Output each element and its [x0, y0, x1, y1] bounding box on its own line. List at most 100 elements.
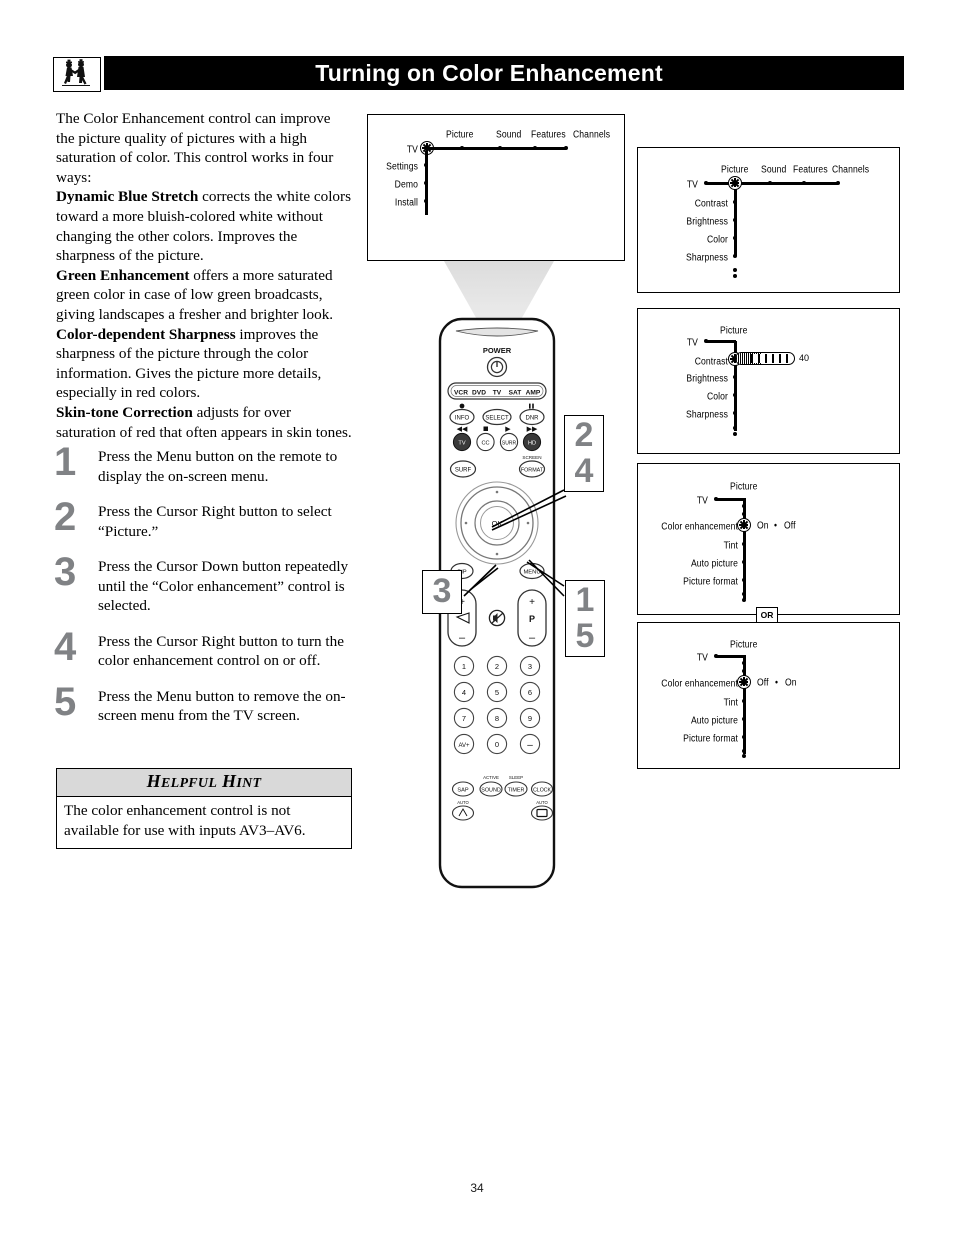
svg-text:ACTIVE: ACTIVE — [483, 775, 499, 780]
menu-dot — [733, 200, 737, 204]
menu-root-label: TV — [696, 650, 708, 664]
helpful-hint-body: The color enhancement control is not ava… — [64, 802, 306, 839]
svg-text:6: 6 — [528, 688, 532, 697]
menu-dot — [802, 181, 806, 185]
menu-dot — [564, 146, 568, 150]
tv-menu-screen-color-enhancement-on: Picture TV Color enhancement On • Off Ti… — [637, 463, 900, 615]
menu-root-label: TV — [406, 142, 418, 156]
menu-cursor-indicator — [728, 176, 742, 190]
menu-top-item-picture[interactable]: Picture — [721, 163, 748, 175]
hint-title-elpful: ELPFUL — [160, 776, 218, 791]
term-paragraph-3: Skin-tone Correction adjusts for over sa… — [56, 403, 352, 442]
page-header-bar: Turning on Color Enhancement — [104, 56, 904, 90]
menu-option-on[interactable]: On — [757, 519, 769, 531]
menu-dot — [733, 432, 737, 436]
step-item: 2 Press the Cursor Right button to selec… — [54, 495, 354, 541]
svg-text:POWER: POWER — [483, 346, 512, 355]
svg-text:VCR: VCR — [454, 390, 468, 397]
menu-dot — [498, 146, 502, 150]
menu-side-item-color-enhancement[interactable]: Color enhancement — [638, 677, 738, 689]
menu-side-item-demo[interactable]: Demo — [368, 178, 418, 190]
svg-text:SLEEP: SLEEP — [509, 775, 523, 780]
menu-dot — [742, 669, 746, 673]
menu-root-label: TV — [686, 335, 698, 349]
people-illustration-icon — [62, 59, 90, 86]
menu-dot — [424, 181, 428, 185]
tv-menu-screen-contrast: Picture TV Contrast 40 Brightness Color … — [637, 308, 900, 454]
menu-top-item-sound[interactable]: Sound — [761, 163, 786, 175]
menu-side-item-auto-picture[interactable]: Auto picture — [638, 714, 738, 726]
menu-side-item-brightness[interactable]: Brightness — [648, 372, 728, 384]
menu-top-item-sound[interactable]: Sound — [496, 128, 521, 140]
hint-title-h1: H — [146, 771, 161, 791]
menu-option-on[interactable]: On — [785, 676, 797, 688]
menu-dot — [742, 717, 746, 721]
menu-option-separator: • — [775, 675, 779, 689]
menu-dot — [733, 411, 737, 415]
hint-title-h2: H — [222, 771, 237, 791]
menu-horizontal-line — [427, 147, 566, 150]
menu-top-item-features[interactable]: Features — [531, 128, 566, 140]
menu-horizontal-line — [716, 655, 746, 658]
step-number: 1 — [54, 440, 77, 484]
menu-side-item-picture-format[interactable]: Picture format — [638, 732, 738, 744]
menu-horizontal-line — [706, 182, 838, 185]
menu-dot — [733, 268, 737, 272]
menu-dot — [742, 560, 746, 564]
helpful-hint-box: HELPFUL HINT The color enhancement contr… — [56, 768, 352, 849]
menu-side-item-color-enhancement[interactable]: Color enhancement — [638, 520, 738, 532]
step-text: Press the Menu button on the remote to d… — [98, 448, 338, 485]
menu-dot — [742, 754, 746, 758]
menu-dot — [733, 218, 737, 222]
menu-dot — [733, 254, 737, 258]
menu-side-item-install[interactable]: Install — [368, 196, 418, 208]
ir-beam-graphic — [444, 261, 554, 323]
callout-number-1: 1 — [575, 581, 595, 619]
step-number: 2 — [54, 495, 77, 539]
hint-title-int: INT — [236, 776, 262, 791]
menu-dot — [424, 163, 428, 167]
menu-option-off[interactable]: Off — [757, 676, 769, 688]
step-number: 3 — [54, 550, 77, 594]
svg-text:TIMER: TIMER — [508, 788, 525, 794]
svg-text:SAP: SAP — [457, 788, 468, 794]
menu-side-item-picture-format[interactable]: Picture format — [638, 575, 738, 587]
menu-side-item-contrast[interactable]: Contrast — [648, 355, 728, 367]
menu-side-item-sharpness[interactable]: Sharpness — [648, 251, 728, 263]
menu-top-item-picture[interactable]: Picture — [446, 128, 473, 140]
menu-side-item-brightness[interactable]: Brightness — [648, 215, 728, 227]
menu-side-item-tint[interactable]: Tint — [638, 696, 738, 708]
menu-side-item-auto-picture[interactable]: Auto picture — [638, 557, 738, 569]
menu-dot — [742, 699, 746, 703]
svg-text:CLOCK: CLOCK — [533, 788, 551, 794]
menu-side-item-contrast[interactable]: Contrast — [648, 197, 728, 209]
menu-dot — [742, 512, 746, 516]
contrast-slider[interactable] — [735, 352, 795, 365]
menu-cursor-indicator — [737, 518, 751, 532]
menu-dot — [742, 661, 746, 665]
menu-dot — [742, 504, 746, 508]
menu-dot — [742, 542, 746, 546]
menu-side-item-color[interactable]: Color — [648, 390, 728, 402]
menu-top-item-features[interactable]: Features — [793, 163, 828, 175]
instruction-steps-list: 1 Press the Menu button on the remote to… — [54, 440, 354, 739]
menu-top-item-channels[interactable]: Channels — [832, 163, 869, 175]
callout-number-3: 3 — [432, 572, 452, 610]
menu-side-item-color[interactable]: Color — [648, 233, 728, 245]
menu-side-item-sharpness[interactable]: Sharpness — [648, 408, 728, 420]
contrast-slider-value: 40 — [799, 353, 810, 363]
tv-menu-screen-main: TV Picture Sound Features Channels Setti… — [367, 114, 625, 261]
menu-dot — [533, 146, 537, 150]
menu-horizontal-line — [716, 498, 746, 501]
menu-column-title: Picture — [720, 323, 748, 337]
svg-text:–: – — [529, 632, 536, 644]
menu-top-item-channels[interactable]: Channels — [573, 128, 610, 140]
page-title: Turning on Color Enhancement — [315, 59, 663, 86]
menu-option-off[interactable]: Off — [784, 519, 796, 531]
menu-side-item-settings[interactable]: Settings — [368, 160, 418, 172]
menu-dot — [733, 236, 737, 240]
callout-box-steps-1-and-5: 1 5 — [565, 580, 605, 657]
step-text: Press the Cursor Down button repeatedly … — [98, 558, 349, 614]
menu-side-item-tint[interactable]: Tint — [638, 539, 738, 551]
step-number: 5 — [54, 679, 77, 724]
